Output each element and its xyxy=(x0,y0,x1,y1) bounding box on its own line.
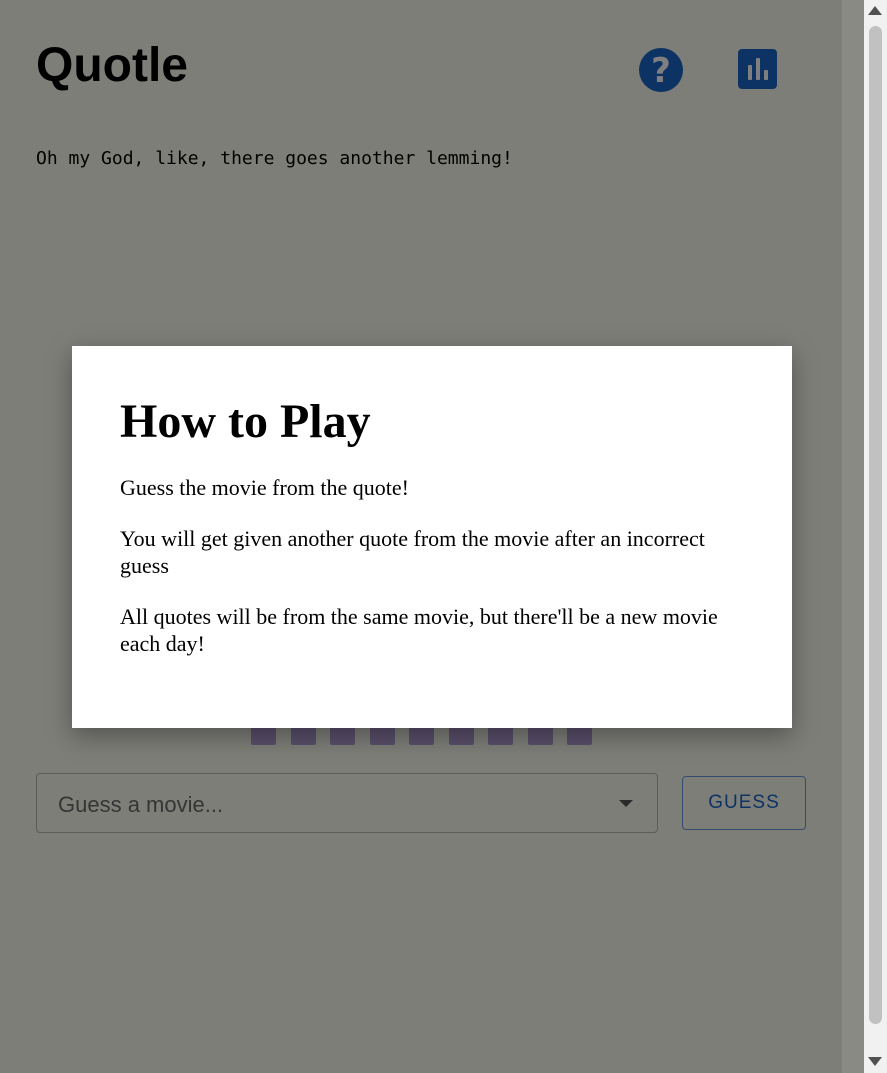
dialog-paragraph: Guess the movie from the quote! xyxy=(120,475,409,500)
how-to-play-dialog: How to Play Guess the movie from the quo… xyxy=(72,346,792,728)
scroll-up-arrow-icon[interactable] xyxy=(868,6,882,15)
scroll-down-arrow-icon[interactable] xyxy=(868,1057,882,1066)
dialog-paragraph: You will get given another quote from th… xyxy=(120,526,705,578)
dialog-title: How to Play xyxy=(120,395,371,448)
scrollbar-thumb[interactable] xyxy=(869,26,882,1024)
dialog-paragraph: All quotes will be from the same movie, … xyxy=(120,604,718,656)
